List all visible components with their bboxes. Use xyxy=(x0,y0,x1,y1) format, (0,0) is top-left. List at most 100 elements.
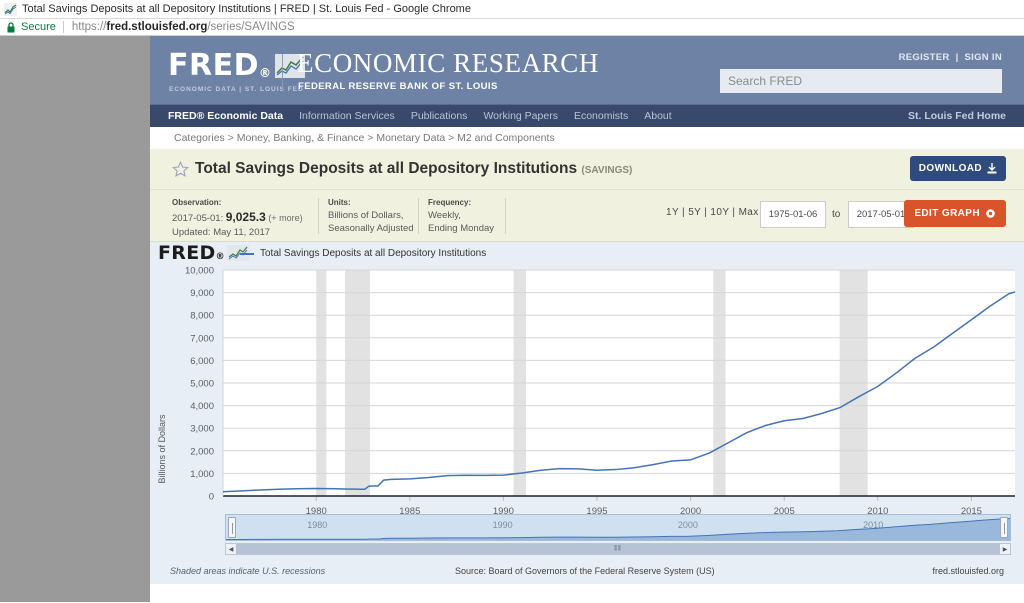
page-content: FRED ® ECONOMIC DATA | ST. LOUIS FED ECO… xyxy=(150,36,1024,602)
browser-tab-title: Total Savings Deposits at all Depository… xyxy=(22,2,471,15)
breadcrumb[interactable]: Categories > Money, Banking, & Finance >… xyxy=(150,127,1024,150)
navigator-year-2000: 2000 xyxy=(677,520,698,530)
graph-fred-logo: FRED ® xyxy=(158,242,249,264)
meta-divider-3 xyxy=(505,198,506,234)
edit-graph-button[interactable]: EDIT GRAPH xyxy=(904,200,1006,227)
nav-item-about[interactable]: About xyxy=(644,110,671,122)
search-input[interactable] xyxy=(720,69,1002,93)
svg-text:10,000: 10,000 xyxy=(185,266,214,277)
navigator-handle-left[interactable] xyxy=(228,517,236,538)
y-axis-label: Billions of Dollars xyxy=(157,414,167,484)
scrollbar-right-arrow[interactable]: ▶ xyxy=(1000,544,1010,554)
nav-item-economists[interactable]: Economists xyxy=(574,110,628,122)
units-line-2: Seasonally Adjusted xyxy=(328,223,414,235)
fred-logo-registered-mark: ® xyxy=(259,66,272,81)
frequency-line-1: Weekly, xyxy=(428,209,461,221)
fred-favicon-icon xyxy=(4,2,17,16)
plot-wrapper: Billions of Dollars 0 1,000 2,000 3,000 4,00… xyxy=(150,264,1024,524)
svg-text:0: 0 xyxy=(209,492,214,503)
meta-divider-1 xyxy=(318,198,319,234)
units-label: Units: xyxy=(328,198,351,207)
fred-logo[interactable]: FRED ® xyxy=(168,48,305,83)
units-block: Units: Billions of Dollars, Seasonally A… xyxy=(328,197,414,236)
series-chart[interactable]: 0 1,000 2,000 3,000 4,000 5,000 6,000 7,000 8,00… xyxy=(150,264,1024,524)
nav-item-fred-economic-data[interactable]: FRED® Economic Data xyxy=(168,110,283,122)
fred-url-note: fred.stlouisfed.org xyxy=(932,566,1004,576)
handle-grip-right xyxy=(1004,523,1005,534)
navigator-year-1990: 1990 xyxy=(492,520,513,530)
series-id: (SAVINGS) xyxy=(581,165,633,176)
svg-text:5,000: 5,000 xyxy=(190,379,214,390)
observation-date: 2017-05-01: xyxy=(172,212,224,224)
date-from-input[interactable] xyxy=(760,201,826,228)
masthead-title: ECONOMIC RESEARCH xyxy=(297,48,599,78)
legend-line-swatch xyxy=(240,252,254,255)
scrollbar-left-arrow[interactable]: ◀ xyxy=(226,544,236,554)
svg-text:3,000: 3,000 xyxy=(190,424,214,435)
nav-item-working-papers[interactable]: Working Papers xyxy=(483,110,558,122)
download-button[interactable]: DOWNLOAD xyxy=(909,156,1006,181)
graph-region: FRED ® Total Savings Deposits at all Dep… xyxy=(150,242,1024,584)
navigator-year-labels: 1980 1990 2000 2010 xyxy=(226,515,1010,540)
frequency-line-2: Ending Monday xyxy=(428,223,495,235)
masthead-subtitle: FEDERAL RESERVE BANK OF ST. LOUIS xyxy=(298,81,498,92)
scrollbar-thumb[interactable]: ‖‖ xyxy=(236,544,1000,554)
url-text[interactable]: https://fred.stlouisfed.org/series/SAVIN… xyxy=(72,21,295,33)
gear-icon xyxy=(986,209,995,218)
browser-titlebar: Total Savings Deposits at all Depository… xyxy=(0,0,1024,19)
navigator-scrollbar[interactable]: ◀ ‖‖ ▶ xyxy=(225,543,1011,555)
browser-urlbar[interactable]: Secure https://fred.stlouisfed.org/serie… xyxy=(0,19,1024,36)
account-links: REGISTER | SIGN IN xyxy=(899,52,1002,63)
chart-range-navigator[interactable]: 1980 1990 2000 2010 ◀ ‖‖ ▶ xyxy=(225,514,1011,555)
download-button-label: DOWNLOAD xyxy=(918,163,982,174)
svg-text:2,000: 2,000 xyxy=(190,446,214,457)
observation-block: Observation: 2017-05-01: 9,025.3 (+ more… xyxy=(172,197,303,240)
main-navigation: FRED® Economic Data Information Services… xyxy=(150,105,1024,127)
star-icon[interactable] xyxy=(171,160,190,183)
series-title-panel: Total Savings Deposits at all Depository… xyxy=(150,150,1024,190)
svg-text:6,000: 6,000 xyxy=(190,356,214,367)
frequency-block: Frequency: Weekly, Ending Monday xyxy=(428,197,494,236)
legend-label: Total Savings Deposits at all Depository… xyxy=(260,248,487,259)
source-note: Source: Board of Governors of the Federa… xyxy=(455,566,715,576)
graph-header: FRED ® Total Savings Deposits at all Dep… xyxy=(150,242,1024,264)
register-link[interactable]: REGISTER xyxy=(899,52,950,63)
download-icon xyxy=(987,163,997,174)
graph-footer: Shaded areas indicate U.S. recessions So… xyxy=(150,564,1024,580)
frequency-label: Frequency: xyxy=(428,198,472,207)
masthead-divider xyxy=(282,54,283,92)
graph-fred-logo-word: FRED xyxy=(158,242,216,264)
secure-label: Secure xyxy=(21,21,56,33)
lock-icon xyxy=(7,21,15,32)
navigator-track[interactable]: 1980 1990 2000 2010 xyxy=(225,514,1011,541)
observation-more-link[interactable]: (+ more) xyxy=(268,213,302,223)
observation-row: 2017-05-01: 9,025.3 (+ more) xyxy=(172,209,303,226)
date-range-to-label: to xyxy=(832,209,841,220)
nav-item-publications[interactable]: Publications xyxy=(411,110,468,122)
fred-logo-word: FRED xyxy=(168,48,259,83)
svg-text:1,000: 1,000 xyxy=(190,469,214,480)
meta-divider-2 xyxy=(418,198,419,234)
page-background: FRED ® ECONOMIC DATA | ST. LOUIS FED ECO… xyxy=(0,36,1024,602)
nav-item-information-services[interactable]: Information Services xyxy=(299,110,395,122)
nav-link-st-louis-fed-home[interactable]: St. Louis Fed Home xyxy=(908,110,1006,122)
url-path: /series/SAVINGS xyxy=(207,21,295,33)
range-shortcut-links[interactable]: 1Y | 5Y | 10Y | Max xyxy=(666,207,759,218)
updated-text: Updated: May 11, 2017 xyxy=(172,226,271,238)
series-title-text: Total Savings Deposits at all Depository… xyxy=(195,160,578,177)
svg-text:7,000: 7,000 xyxy=(190,333,214,344)
url-scheme: https:// xyxy=(71,21,107,33)
navigator-handle-right[interactable] xyxy=(1000,517,1008,538)
page-title: Total Savings Deposits at all Depository… xyxy=(195,160,632,178)
signin-link[interactable]: SIGN IN xyxy=(965,52,1002,63)
scrollbar-grip: ‖‖ xyxy=(614,545,622,553)
site-masthead: FRED ® ECONOMIC DATA | ST. LOUIS FED ECO… xyxy=(150,36,1024,105)
navigator-year-2010: 2010 xyxy=(863,520,884,530)
fred-logo-tagline: ECONOMIC DATA | ST. LOUIS FED xyxy=(169,86,304,93)
graph-fred-logo-registered-mark: ® xyxy=(215,251,225,262)
recession-note: Shaded areas indicate U.S. recessions xyxy=(170,566,326,576)
url-host: fred.stlouisfed.org xyxy=(106,21,208,33)
navigator-year-1980: 1980 xyxy=(307,520,328,530)
account-links-divider: | xyxy=(955,52,959,63)
urlbar-divider xyxy=(62,21,64,33)
